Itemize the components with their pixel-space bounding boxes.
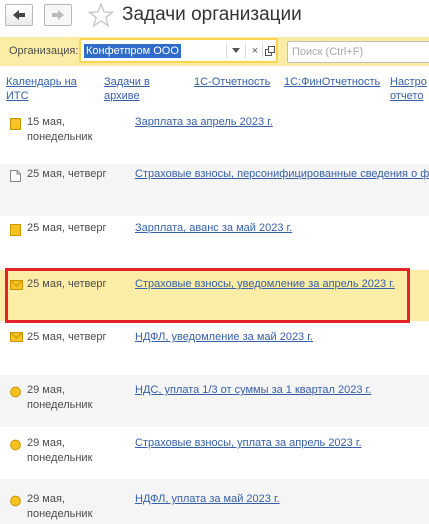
task-link[interactable]: Зарплата, аванс за май 2023 г. xyxy=(135,221,292,236)
task-row[interactable]: 29 мая, понедельник Страховые взносы, уп… xyxy=(0,427,429,479)
clear-button[interactable]: × xyxy=(247,42,263,59)
task-link[interactable]: Зарплата за апрель 2023 г. xyxy=(135,115,273,130)
task-date: 29 мая, понедельник xyxy=(27,493,93,520)
task-link[interactable]: НДФЛ, уведомление за май 2023 г. xyxy=(135,330,313,345)
coin-icon xyxy=(10,386,21,398)
link-1c-fin-reporting-label: 1С:ФинОтчетность xyxy=(284,76,381,88)
task-link[interactable]: НДФЛ, уплата за май 2023 г. xyxy=(135,492,280,507)
link-archived-tasks-label: Задачи в архиве xyxy=(104,76,150,102)
task-date: 29 мая, понедельник xyxy=(27,437,93,464)
dropdown-button[interactable] xyxy=(228,42,244,59)
organization-value[interactable]: Конфетпром ООО xyxy=(84,44,181,58)
task-row[interactable]: 29 мая, понедельник НДС, уплата 1/3 от с… xyxy=(0,375,429,427)
page-title: Задачи организации xyxy=(122,4,302,25)
search-input[interactable]: Поиск (Ctrl+F) xyxy=(287,41,429,63)
salary-doc-icon xyxy=(10,224,21,236)
task-row[interactable]: 25 мая, четверг Зарплата, аванс за май 2… xyxy=(0,216,429,268)
task-row[interactable]: 29 мая, понедельник НДФЛ, уплата за май … xyxy=(0,479,429,524)
organization-field[interactable]: Конфетпром ООО × xyxy=(79,38,278,63)
favorite-button[interactable] xyxy=(87,2,115,31)
open-window-icon xyxy=(265,45,275,56)
task-link[interactable]: Страховые взносы, уплата за апрель 2023 … xyxy=(135,436,362,451)
task-date: 25 мая, четверг xyxy=(27,331,107,343)
task-date: 15 мая, понедельник xyxy=(27,116,93,143)
coin-icon xyxy=(10,495,21,507)
star-icon xyxy=(87,2,115,28)
selection-highlight xyxy=(5,268,410,323)
task-row[interactable]: 25 мая, четверг НДФЛ, уведомление за май… xyxy=(0,323,429,375)
document-icon xyxy=(10,170,21,182)
link-settings-label: Настро отчето xyxy=(390,76,427,102)
forward-button[interactable] xyxy=(44,4,72,26)
link-settings[interactable]: Настро отчето xyxy=(390,76,427,103)
task-row[interactable]: 15 мая, понедельник Зарплата за апрель 2… xyxy=(0,112,429,164)
arrow-left-icon xyxy=(13,10,25,20)
link-1c-reporting-label: 1С-Отчетность xyxy=(194,76,271,88)
link-1c-fin-reporting[interactable]: 1С:ФинОтчетность xyxy=(284,76,380,90)
arrow-right-icon xyxy=(52,10,64,20)
task-date: 25 мая, четверг xyxy=(27,222,107,234)
envelope-icon xyxy=(10,332,23,342)
organization-label: Организация: xyxy=(9,45,79,57)
coin-icon xyxy=(10,439,21,451)
task-date: 25 мая, четверг xyxy=(27,168,107,180)
close-icon: × xyxy=(251,44,259,57)
link-archived-tasks[interactable]: Задачи в архиве xyxy=(104,76,150,103)
chevron-down-icon xyxy=(232,48,240,53)
back-button[interactable] xyxy=(5,4,33,26)
filter-bar: Организация: Конфетпром ООО × Поиск (Ctr… xyxy=(0,37,429,66)
search-placeholder: Поиск (Ctrl+F) xyxy=(292,46,364,58)
link-1c-reporting[interactable]: 1С-Отчетность xyxy=(194,76,270,90)
salary-doc-icon xyxy=(10,118,21,130)
link-its-calendar[interactable]: Календарь на ИТС xyxy=(6,76,77,103)
task-link[interactable]: Страховые взносы, персонифицированные св… xyxy=(135,167,429,182)
task-date: 29 мая, понедельник xyxy=(27,384,93,411)
open-button[interactable] xyxy=(262,42,278,59)
link-its-calendar-label: Календарь на ИТС xyxy=(6,76,77,102)
task-link[interactable]: НДС, уплата 1/3 от суммы за 1 квартал 20… xyxy=(135,383,371,398)
task-row[interactable]: 25 мая, четверг Страховые взносы, персон… xyxy=(0,164,429,216)
